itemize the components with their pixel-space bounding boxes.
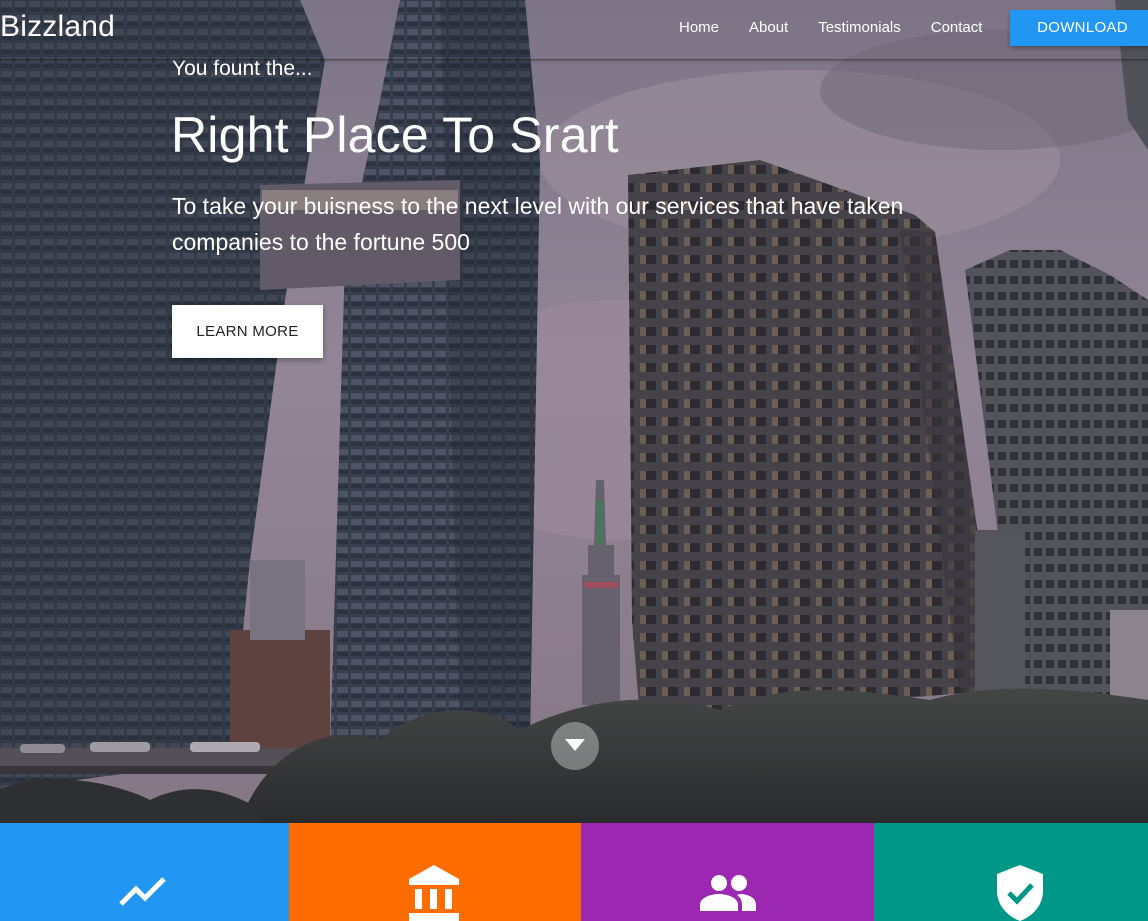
feature-tile-team[interactable] bbox=[581, 823, 874, 921]
learn-more-button[interactable]: LEARN MORE bbox=[172, 305, 323, 358]
download-button[interactable]: DOWNLOAD bbox=[1010, 10, 1148, 46]
people-icon bbox=[700, 875, 756, 911]
trending-up-icon bbox=[119, 877, 166, 906]
verified-shield-icon bbox=[997, 865, 1043, 921]
nav-link-about[interactable]: About bbox=[749, 18, 788, 38]
chevron-down-icon bbox=[565, 739, 585, 751]
hero-subtext: To take your buisness to the next level … bbox=[172, 193, 904, 255]
hero-headline: Right Place To Srart bbox=[171, 107, 619, 163]
nav-link-contact[interactable]: Contact bbox=[931, 18, 983, 38]
feature-tile-security[interactable] bbox=[874, 823, 1148, 921]
nav-link-testimonials[interactable]: Testimonials bbox=[818, 18, 901, 38]
bank-icon bbox=[409, 865, 459, 921]
nav-link-home[interactable]: Home bbox=[679, 18, 719, 38]
brand-logo[interactable]: Bizzland bbox=[0, 10, 115, 44]
nav-links: Home About Testimonials Contact bbox=[679, 18, 1012, 38]
feature-tile-finance[interactable] bbox=[289, 823, 581, 921]
hero-section: Bizzland Home About Testimonials Contact… bbox=[0, 0, 1148, 823]
scroll-down-button[interactable] bbox=[551, 722, 599, 770]
top-navbar: Bizzland Home About Testimonials Contact… bbox=[0, 0, 1148, 60]
feature-tiles bbox=[0, 823, 1148, 921]
feature-tile-growth[interactable] bbox=[0, 823, 289, 921]
hero-kicker: You fount the... bbox=[172, 57, 313, 80]
